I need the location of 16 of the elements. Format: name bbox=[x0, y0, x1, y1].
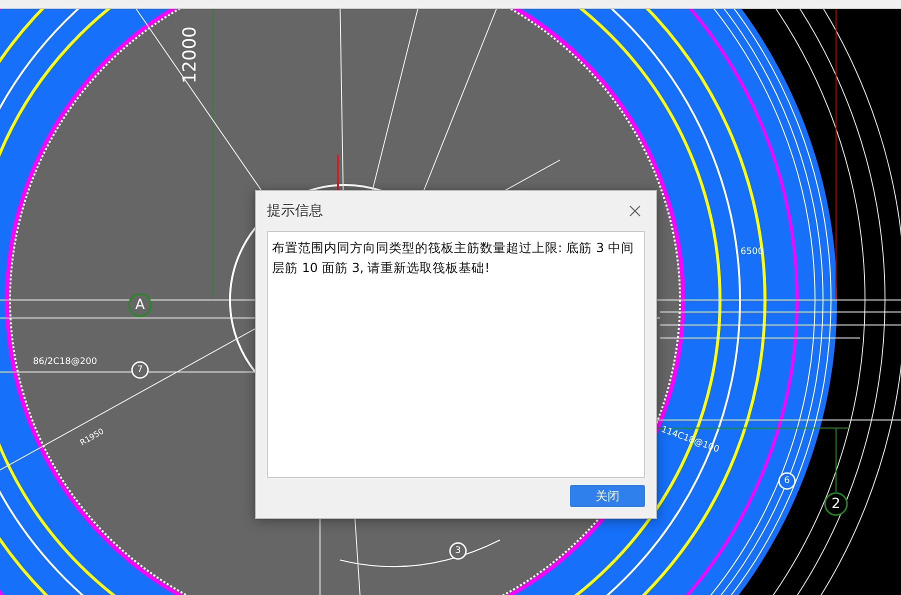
label-circle-icon bbox=[824, 492, 848, 516]
message-text: 布置范围内同方向同类型的筏板主筋数量超过上限: 底筋 3 中间层筋 10 面筋 3, 请重新选取筏板基础! bbox=[267, 231, 645, 478]
dialog-title: 提示信息 bbox=[267, 202, 323, 220]
close-icon bbox=[629, 205, 641, 217]
label-circle-icon bbox=[778, 472, 796, 490]
axis-label: A bbox=[135, 297, 145, 313]
marker-label: 7 bbox=[137, 365, 143, 375]
label-circle-icon bbox=[131, 361, 149, 379]
close-dialog-button[interactable]: 关闭 bbox=[570, 485, 645, 507]
label-circle-icon bbox=[449, 542, 467, 560]
axis-label: 2 bbox=[832, 496, 840, 512]
label-circle-icon bbox=[128, 293, 152, 317]
marker-label: 6 bbox=[784, 476, 790, 486]
rebar-label: 86/2C18@200 bbox=[32, 357, 98, 367]
marker-label: 3 bbox=[455, 546, 461, 556]
dimension-label: 12000 bbox=[180, 26, 200, 84]
